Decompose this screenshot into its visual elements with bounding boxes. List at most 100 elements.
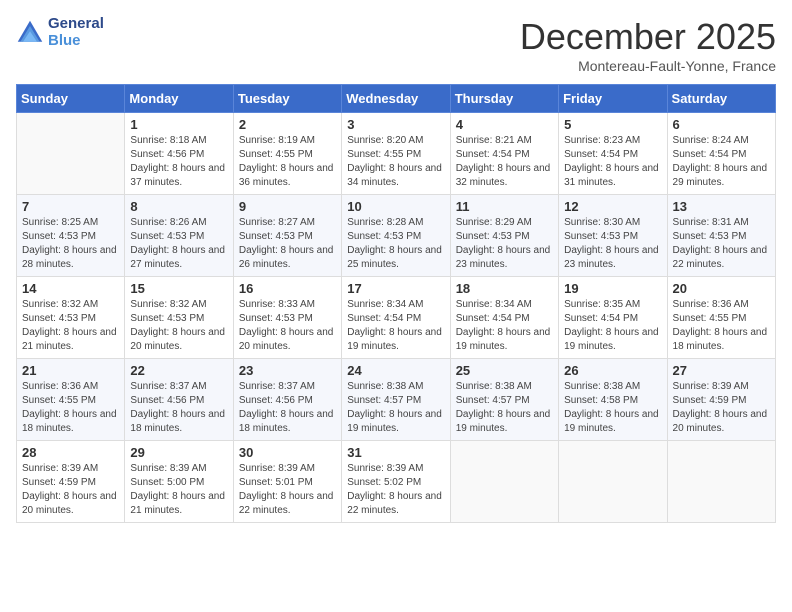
day-info: Sunrise: 8:35 AMSunset: 4:54 PMDaylight:… <box>564 298 661 354</box>
calendar-cell: 9Sunrise: 8:27 AMSunset: 4:53 PMDaylight… <box>233 195 341 277</box>
calendar-cell: 21 Sunrise: 8:36 AMSunset: 4:55 PMDayligh… <box>17 359 125 441</box>
calendar-cell: 17 Sunrise: 8:34 AMSunset: 4:54 PMDayligh… <box>342 277 450 359</box>
calendar-cell: 29Sunrise: 8:39 AMSunset: 5:00 PMDayligh… <box>125 441 233 523</box>
day-number: 26 <box>564 363 661 378</box>
calendar-cell <box>559 441 667 523</box>
day-info: Sunrise: 8:32 AMSunset: 4:53 PMDaylight:… <box>22 298 119 354</box>
calendar-week-row: 28 Sunrise: 8:39 AMSunset: 4:59 PMDayligh… <box>17 441 776 523</box>
calendar-cell: 7 Sunrise: 8:25 AMSunset: 4:53 PMDaylight… <box>17 195 125 277</box>
calendar-cell: 4 Sunrise: 8:21 AMSunset: 4:54 PMDaylight… <box>450 113 558 195</box>
day-info: Sunrise: 8:32 AMSunset: 4:53 PMDaylight:… <box>130 298 227 354</box>
day-number: 31 <box>347 445 444 460</box>
calendar-cell <box>450 441 558 523</box>
calendar-week-row: 7 Sunrise: 8:25 AMSunset: 4:53 PMDaylight… <box>17 195 776 277</box>
day-info: Sunrise: 8:29 AMSunset: 4:53 PMDaylight:… <box>456 216 553 272</box>
day-number: 22 <box>130 363 227 378</box>
day-info: Sunrise: 8:28 AMSunset: 4:53 PMDaylight:… <box>347 216 444 272</box>
day-number: 12 <box>564 199 661 214</box>
day-info: Sunrise: 8:38 AMSunset: 4:58 PMDaylight:… <box>564 380 661 436</box>
calendar-week-row: 14 Sunrise: 8:32 AMSunset: 4:53 PMDayligh… <box>17 277 776 359</box>
calendar-cell: 15 Sunrise: 8:32 AMSunset: 4:53 PMDayligh… <box>125 277 233 359</box>
day-info: Sunrise: 8:36 AMSunset: 4:55 PMDaylight:… <box>22 380 119 436</box>
day-info: Sunrise: 8:23 AMSunset: 4:54 PMDaylight:… <box>564 134 661 190</box>
day-info: Sunrise: 8:38 AMSunset: 4:57 PMDaylight:… <box>456 380 553 436</box>
calendar-cell: 24 Sunrise: 8:38 AMSunset: 4:57 PMDayligh… <box>342 359 450 441</box>
calendar-cell: 13Sunrise: 8:31 AMSunset: 4:53 PMDayligh… <box>667 195 775 277</box>
day-number: 17 <box>347 281 444 296</box>
day-number: 25 <box>456 363 553 378</box>
calendar-cell: 23 Sunrise: 8:37 AMSunset: 4:56 PMDayligh… <box>233 359 341 441</box>
calendar-cell: 28 Sunrise: 8:39 AMSunset: 4:59 PMDayligh… <box>17 441 125 523</box>
day-number: 5 <box>564 117 661 132</box>
calendar-cell: 10 Sunrise: 8:28 AMSunset: 4:53 PMDayligh… <box>342 195 450 277</box>
day-info: Sunrise: 8:26 AMSunset: 4:53 PMDaylight:… <box>130 216 227 272</box>
day-number: 24 <box>347 363 444 378</box>
calendar-cell: 8 Sunrise: 8:26 AMSunset: 4:53 PMDaylight… <box>125 195 233 277</box>
weekday-header: Sunday <box>17 85 125 113</box>
calendar-cell: 2 Sunrise: 8:19 AMSunset: 4:55 PMDaylight… <box>233 113 341 195</box>
weekday-header: Thursday <box>450 85 558 113</box>
month-title: December 2025 <box>520 16 776 58</box>
calendar-cell: 6Sunrise: 8:24 AMSunset: 4:54 PMDaylight… <box>667 113 775 195</box>
day-number: 7 <box>22 199 119 214</box>
logo-icon <box>16 19 44 47</box>
calendar-cell <box>17 113 125 195</box>
day-info: Sunrise: 8:37 AMSunset: 4:56 PMDaylight:… <box>130 380 227 436</box>
day-number: 21 <box>22 363 119 378</box>
calendar-cell: 12 Sunrise: 8:30 AMSunset: 4:53 PMDayligh… <box>559 195 667 277</box>
calendar-cell: 31 Sunrise: 8:39 AMSunset: 5:02 PMDayligh… <box>342 441 450 523</box>
calendar-header-row: SundayMondayTuesdayWednesdayThursdayFrid… <box>17 85 776 113</box>
calendar-cell: 25 Sunrise: 8:38 AMSunset: 4:57 PMDayligh… <box>450 359 558 441</box>
day-number: 30 <box>239 445 336 460</box>
day-info: Sunrise: 8:39 AMSunset: 4:59 PMDaylight:… <box>22 462 119 518</box>
location-title: Montereau-Fault-Yonne, France <box>520 58 776 74</box>
day-info: Sunrise: 8:19 AMSunset: 4:55 PMDaylight:… <box>239 134 336 190</box>
page-header: General Blue December 2025 Montereau-Fau… <box>16 16 776 74</box>
day-number: 4 <box>456 117 553 132</box>
day-info: Sunrise: 8:37 AMSunset: 4:56 PMDaylight:… <box>239 380 336 436</box>
calendar-cell: 11 Sunrise: 8:29 AMSunset: 4:53 PMDayligh… <box>450 195 558 277</box>
day-number: 20 <box>673 281 770 296</box>
calendar-cell: 22 Sunrise: 8:37 AMSunset: 4:56 PMDayligh… <box>125 359 233 441</box>
day-info: Sunrise: 8:39 AMSunset: 4:59 PMDaylight:… <box>673 380 770 436</box>
day-number: 16 <box>239 281 336 296</box>
day-info: Sunrise: 8:21 AMSunset: 4:54 PMDaylight:… <box>456 134 553 190</box>
weekday-header: Wednesday <box>342 85 450 113</box>
calendar-cell: 20 Sunrise: 8:36 AMSunset: 4:55 PMDayligh… <box>667 277 775 359</box>
day-info: Sunrise: 8:25 AMSunset: 4:53 PMDaylight:… <box>22 216 119 272</box>
day-info: Sunrise: 8:34 AMSunset: 4:54 PMDaylight:… <box>456 298 553 354</box>
day-number: 18 <box>456 281 553 296</box>
calendar-week-row: 21 Sunrise: 8:36 AMSunset: 4:55 PMDayligh… <box>17 359 776 441</box>
calendar-cell: 26 Sunrise: 8:38 AMSunset: 4:58 PMDayligh… <box>559 359 667 441</box>
weekday-header: Tuesday <box>233 85 341 113</box>
day-number: 10 <box>347 199 444 214</box>
title-block: December 2025 Montereau-Fault-Yonne, Fra… <box>520 16 776 74</box>
day-number: 14 <box>22 281 119 296</box>
weekday-header: Friday <box>559 85 667 113</box>
day-number: 8 <box>130 199 227 214</box>
logo: General Blue <box>16 16 104 49</box>
calendar-cell: 14 Sunrise: 8:32 AMSunset: 4:53 PMDayligh… <box>17 277 125 359</box>
day-number: 2 <box>239 117 336 132</box>
day-info: Sunrise: 8:30 AMSunset: 4:53 PMDaylight:… <box>564 216 661 272</box>
day-number: 15 <box>130 281 227 296</box>
day-info: Sunrise: 8:18 AMSunset: 4:56 PMDaylight:… <box>130 134 227 190</box>
day-number: 1 <box>130 117 227 132</box>
day-number: 28 <box>22 445 119 460</box>
calendar-cell: 5 Sunrise: 8:23 AMSunset: 4:54 PMDaylight… <box>559 113 667 195</box>
day-info: Sunrise: 8:20 AMSunset: 4:55 PMDaylight:… <box>347 134 444 190</box>
day-number: 19 <box>564 281 661 296</box>
day-info: Sunrise: 8:39 AMSunset: 5:01 PMDaylight:… <box>239 462 336 518</box>
day-info: Sunrise: 8:39 AMSunset: 5:02 PMDaylight:… <box>347 462 444 518</box>
day-number: 11 <box>456 199 553 214</box>
day-number: 29 <box>130 445 227 460</box>
day-number: 23 <box>239 363 336 378</box>
day-info: Sunrise: 8:27 AMSunset: 4:53 PMDaylight:… <box>239 216 336 272</box>
calendar-cell: 30 Sunrise: 8:39 AMSunset: 5:01 PMDayligh… <box>233 441 341 523</box>
day-info: Sunrise: 8:36 AMSunset: 4:55 PMDaylight:… <box>673 298 770 354</box>
weekday-header: Saturday <box>667 85 775 113</box>
calendar-cell: 3Sunrise: 8:20 AMSunset: 4:55 PMDaylight… <box>342 113 450 195</box>
day-info: Sunrise: 8:34 AMSunset: 4:54 PMDaylight:… <box>347 298 444 354</box>
day-info: Sunrise: 8:31 AMSunset: 4:53 PMDaylight:… <box>673 216 770 272</box>
day-info: Sunrise: 8:38 AMSunset: 4:57 PMDaylight:… <box>347 380 444 436</box>
